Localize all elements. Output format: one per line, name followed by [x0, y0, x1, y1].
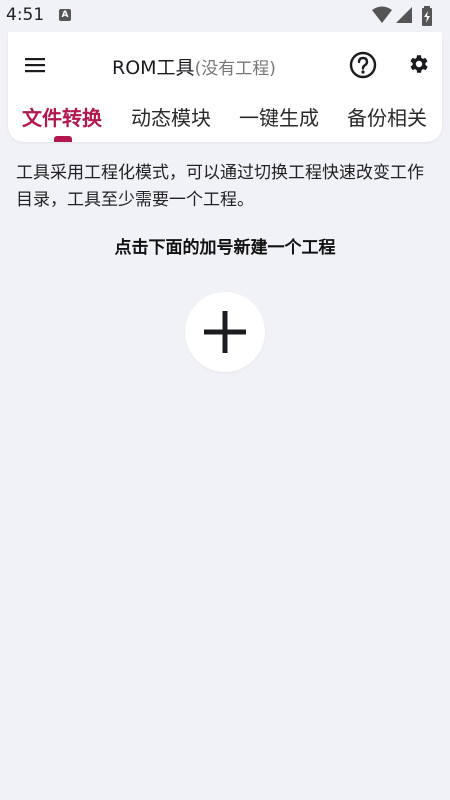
plus-icon — [204, 311, 246, 353]
project-status: (没有工程) — [194, 59, 276, 79]
status-icons — [372, 6, 442, 26]
tab-one-click-generate[interactable]: 一键生成 — [239, 102, 319, 131]
tab-backup[interactable]: 备份相关 — [347, 102, 427, 131]
battery-charging-icon — [422, 6, 432, 26]
tab-file-conversion[interactable]: 文件转换 — [22, 102, 102, 131]
intro-text: 工具采用工程化模式，可以通过切换工程快速改变工作目录，工具至少需要一个工程。 — [16, 163, 424, 210]
app-bar: ROM工具(没有工程) 文件转换 动态模块 一键生成 备份相关 — [8, 32, 442, 142]
wifi-icon — [372, 6, 392, 23]
signal-icon — [396, 7, 412, 23]
active-tab-indicator — [54, 136, 72, 142]
add-project-button[interactable] — [185, 292, 265, 372]
status-time: 4:51 — [6, 5, 45, 25]
status-bar: 4:51 A — [0, 0, 450, 32]
page-title: ROM工具(没有工程) — [112, 53, 276, 80]
gear-icon[interactable] — [406, 52, 430, 76]
add-project-instruction: 点击下面的加号新建一个工程 — [114, 238, 336, 258]
help-circle-icon[interactable] — [348, 50, 378, 80]
tab-bar: 文件转换 动态模块 一键生成 备份相关 — [8, 100, 442, 142]
app-title: ROM工具 — [112, 57, 195, 79]
tab-dynamic-modules[interactable]: 动态模块 — [131, 102, 211, 131]
hamburger-menu-icon[interactable] — [24, 54, 46, 76]
a-letter-icon: A — [59, 9, 71, 21]
